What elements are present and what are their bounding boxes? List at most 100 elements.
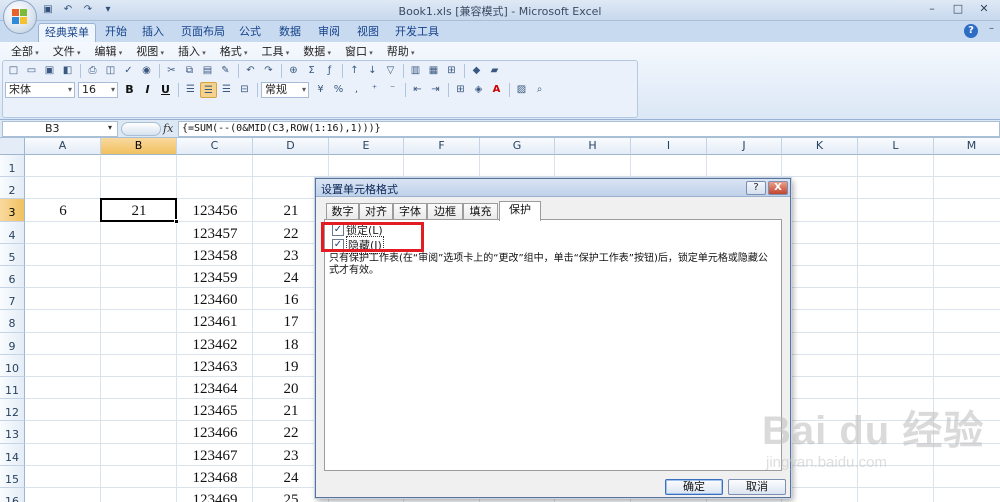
dialog-help-button[interactable]: ? [746,181,766,195]
column-header-a[interactable]: A [25,138,101,155]
cell-c3[interactable]: 123456 [177,200,253,222]
cell-c8[interactable]: 123461 [177,311,253,333]
column-header-b[interactable]: B [101,138,177,155]
cell-c11[interactable]: 123464 [177,378,253,400]
tab-page-layout[interactable]: 页面布局 [176,23,230,42]
increase-decimal-icon[interactable]: ⁺ [366,82,383,98]
borders-icon[interactable]: ⊞ [452,82,469,98]
research-icon[interactable]: ◉ [138,63,155,79]
highlight-icon[interactable]: ◆ [468,63,485,79]
row-header-2[interactable]: 2 [0,177,25,200]
styles-icon[interactable]: ▨ [513,82,530,98]
align-left-icon[interactable]: ☰ [182,82,199,98]
menu-format[interactable]: 格式 [213,43,255,60]
align-right-icon[interactable]: ☰ [218,82,235,98]
sort-ascending-icon[interactable]: ↑ [346,63,363,79]
ok-button[interactable]: 确定 [665,479,723,495]
cell-c10[interactable]: 123463 [177,356,253,378]
menu-data[interactable]: 数据 [296,43,338,60]
tab-view[interactable]: 视图 [352,23,384,42]
tab-formulas[interactable]: 公式 [234,23,266,42]
fill-color-icon[interactable]: ◈ [470,82,487,98]
row-header-3[interactable]: 3 [0,199,25,222]
permission-icon[interactable]: ◧ [59,63,76,79]
row-header-14[interactable]: 14 [0,443,25,466]
row-header-16[interactable]: 16 [0,488,25,502]
hyperlink-icon[interactable]: ⊕ [285,63,302,79]
menu-all[interactable]: 全部 [4,43,46,60]
row-header-8[interactable]: 8 [0,310,25,333]
open-icon[interactable]: ▭ [23,63,40,79]
formula-bar-zoom-handle[interactable] [121,122,161,136]
tab-review[interactable]: 审阅 [313,23,345,42]
column-header-l[interactable]: L [858,138,934,155]
row-header-7[interactable]: 7 [0,288,25,311]
cell-c5[interactable]: 123458 [177,245,253,267]
column-header-m[interactable]: M [934,138,1000,155]
cell-a3[interactable]: 6 [25,200,101,222]
row-header-12[interactable]: 12 [0,399,25,422]
copy-icon[interactable]: ⧉ [181,63,198,79]
currency-icon[interactable]: ¥ [312,82,329,98]
tab-developer[interactable]: 开发工具 [392,23,442,42]
menu-window[interactable]: 窗口 [338,43,380,60]
undo-icon[interactable]: ↶ [242,63,259,79]
save-icon[interactable]: ▣ [41,63,58,79]
tab-insert[interactable]: 插入 [137,23,169,42]
name-box[interactable]: B3 [2,121,118,137]
chart-icon[interactable]: ▥ [407,63,424,79]
office-button[interactable] [3,0,37,34]
column-header-d[interactable]: D [253,138,329,155]
name-box-dropdown-icon[interactable]: ▾ [108,123,112,132]
bold-button[interactable]: B [121,82,138,98]
row-header-11[interactable]: 11 [0,377,25,400]
sort-descending-icon[interactable]: ↓ [364,63,381,79]
percent-icon[interactable]: % [330,82,347,98]
cut-icon[interactable]: ✂ [163,63,180,79]
column-header-k[interactable]: K [782,138,858,155]
column-header-j[interactable]: J [707,138,782,155]
row-header-5[interactable]: 5 [0,243,25,266]
cell-c14[interactable]: 123467 [177,445,253,467]
cell-c7[interactable]: 123460 [177,289,253,311]
filter-icon[interactable]: ▽ [382,63,399,79]
cell-c12[interactable]: 123465 [177,400,253,422]
cell-c4[interactable]: 123457 [177,223,253,245]
underline-button[interactable]: U [157,82,174,98]
print-icon[interactable]: ⎙ [84,63,101,79]
paste-icon[interactable]: ▤ [199,63,216,79]
column-header-c[interactable]: C [177,138,253,155]
table-icon[interactable]: ⊞ [443,63,460,79]
row-header-4[interactable]: 4 [0,221,25,244]
minimize-button[interactable]: – [920,1,944,17]
ribbon-minimize-icon[interactable]: – [989,23,994,34]
find-icon[interactable]: ⌕ [531,82,548,98]
tab-protection[interactable]: 保护 [499,201,541,221]
formula-input[interactable]: {=SUM(--(0&MID(C3,ROW(1:16),1)))} [178,121,1000,137]
new-icon[interactable]: □ [5,63,22,79]
column-header-h[interactable]: H [555,138,631,155]
decrease-indent-icon[interactable]: ⇤ [409,82,426,98]
cell-c6[interactable]: 123459 [177,267,253,289]
print-preview-icon[interactable]: ◫ [102,63,119,79]
font-name-select[interactable]: 宋体 [5,82,75,98]
column-header-f[interactable]: F [404,138,480,155]
folder-icon[interactable]: ▰ [486,63,503,79]
menu-edit[interactable]: 编辑 [88,43,130,60]
cell-c15[interactable]: 123468 [177,467,253,489]
format-painter-icon[interactable]: ✎ [217,63,234,79]
tab-fill[interactable]: 填充 [463,203,498,220]
font-size-select[interactable]: 16 [78,82,118,98]
insert-function-icon[interactable]: fx [163,122,173,135]
row-header-6[interactable]: 6 [0,266,25,289]
close-window-button[interactable]: ✕ [972,1,996,17]
dialog-title-bar[interactable]: 设置单元格格式 ? X [316,179,790,197]
menu-help[interactable]: 帮助 [380,43,422,60]
redo-icon[interactable]: ↷ [260,63,277,79]
column-header-g[interactable]: G [480,138,555,155]
menu-view[interactable]: 视图 [129,43,171,60]
menu-file[interactable]: 文件 [46,43,88,60]
row-header-13[interactable]: 13 [0,421,25,444]
increase-indent-icon[interactable]: ⇥ [427,82,444,98]
tab-data[interactable]: 数据 [274,23,306,42]
